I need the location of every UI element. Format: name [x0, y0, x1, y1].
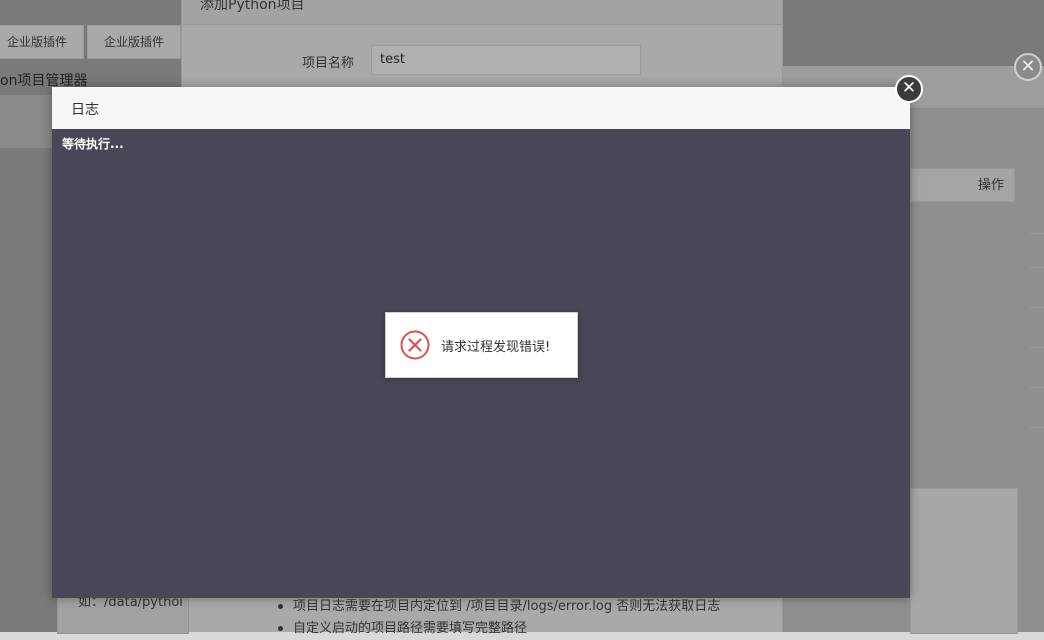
tip-text: 自定义启动的项目路径需要填写完整路径 — [293, 621, 528, 636]
row-divider — [1030, 387, 1044, 388]
row-divider — [1030, 347, 1044, 348]
tab-enterprise-plugins-2[interactable]: 企业版插件 — [87, 25, 182, 59]
row-divider — [1030, 307, 1044, 308]
tab-enterprise-plugins-1[interactable]: 企业版插件 — [0, 25, 85, 59]
info-box — [910, 488, 1018, 634]
error-circle-icon — [400, 330, 430, 360]
tab-label: 企业版插件 — [7, 35, 68, 49]
log-dialog-header: 日志 — [52, 87, 910, 130]
row-divider — [1030, 233, 1044, 234]
toast-message: 请求过程发现错误! — [441, 340, 551, 355]
row-divider — [1030, 427, 1044, 428]
tips-list: 项目日志需要在项目内定位到 /项目目录/logs/error.log 否则无法获… — [278, 596, 720, 640]
bullet-icon — [278, 604, 283, 609]
log-dialog-title: 日志 — [71, 102, 99, 118]
dialog-title: 添加Python项目 — [200, 0, 305, 13]
project-name-label: 项目名称 — [302, 56, 355, 71]
sidebar-strip — [0, 95, 60, 148]
tip-text: 项目日志需要在项目内定位到 /项目目录/logs/error.log 否则无法获… — [293, 599, 721, 614]
error-toast: 请求过程发现错误! — [385, 312, 578, 378]
operation-column-header: 操作 — [910, 168, 1015, 202]
bullet-icon — [278, 626, 283, 631]
close-icon[interactable]: ✕ — [895, 75, 923, 103]
tip-item: 项目日志需要在项目内定位到 /项目目录/logs/error.log 否则无法获… — [278, 596, 720, 618]
log-text: 等待执行... — [62, 137, 124, 151]
project-name-input[interactable]: test — [371, 45, 641, 75]
tip-item: 自定义启动的项目路径需要填写完整路径 — [278, 618, 720, 640]
close-icon[interactable]: ✕ — [1014, 53, 1042, 81]
tab-label: 企业版插件 — [104, 35, 165, 49]
row-divider — [1030, 267, 1044, 268]
